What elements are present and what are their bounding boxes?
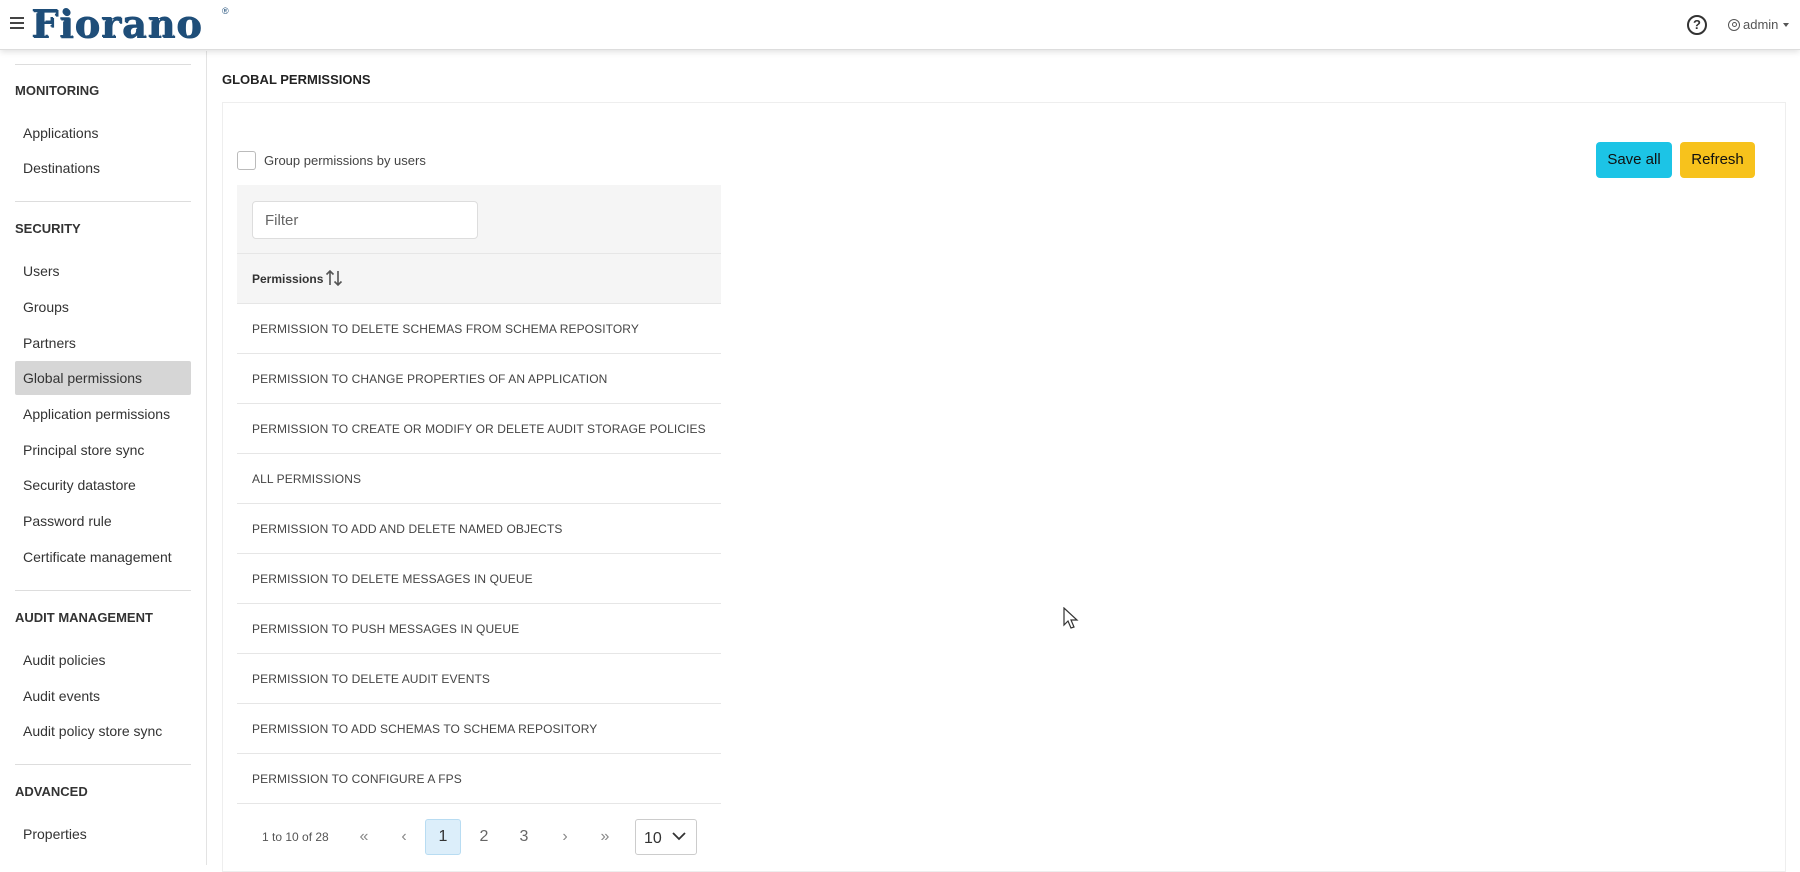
page-button-3[interactable]: 3 [506,819,542,855]
sidebar-item-audit-policies[interactable]: Audit policies [15,643,191,677]
page-button-1[interactable]: 1 [425,819,461,855]
save-all-button[interactable]: Save all [1596,142,1672,178]
page-title: GLOBAL PERMISSIONS [222,72,371,87]
chevron-down-icon [672,832,686,841]
permission-name: PERMISSION TO CHANGE PROPERTIES OF AN AP… [252,372,608,386]
sidebar-item-audit-policy-store-sync[interactable]: Audit policy store sync [15,714,191,748]
sidebar-section-audit-management: AUDIT MANAGEMENT [15,610,153,625]
caret-down-icon [1783,22,1790,27]
refresh-button[interactable]: Refresh [1680,142,1755,178]
user-name: admin [1743,17,1779,32]
help-icon[interactable]: ? [1687,15,1707,35]
permission-name: PERMISSION TO CREATE OR MODIFY OR DELETE… [252,422,706,436]
user-circle-icon [1728,18,1740,31]
permission-name: PERMISSION TO DELETE AUDIT EVENTS [252,672,491,686]
page-size-select[interactable]: 10 [635,819,697,855]
table-row[interactable]: PERMISSION TO DELETE MESSAGES IN QUEUE [237,554,721,604]
sidebar-divider [15,590,191,591]
sidebar-item-audit-events[interactable]: Audit events [15,679,191,713]
sidebar-section-security: SECURITY [15,221,81,236]
pagination-summary: 1 to 10 of 28 [262,830,329,844]
table-row[interactable]: PERMISSION TO CONFIGURE A FPS [237,754,721,804]
table-row[interactable]: PERMISSION TO DELETE SCHEMAS FROM SCHEMA… [237,304,721,354]
sidebar-item-destinations[interactable]: Destinations [15,151,191,185]
group-by-users-checkbox[interactable] [237,151,256,170]
sidebar-section-advanced: ADVANCED [15,784,88,799]
sidebar-divider [15,764,191,765]
permission-name: PERMISSION TO CONFIGURE A FPS [252,772,462,786]
column-header-permissions[interactable]: Permissions [252,272,323,286]
table-row[interactable]: PERMISSION TO CHANGE PROPERTIES OF AN AP… [237,354,721,404]
permission-name: PERMISSION TO ADD AND DELETE NAMED OBJEC… [252,522,563,536]
table-row[interactable]: PERMISSION TO ADD AND DELETE NAMED OBJEC… [237,504,721,554]
sidebar-section-monitoring: MONITORING [15,83,100,98]
filter-row [237,185,721,254]
table-row[interactable]: PERMISSION TO DELETE AUDIT EVENTS [237,654,721,704]
top-header: Fiorano ® ? admin [0,0,1800,50]
permissions-grid: Permissions PERMISSION TO DELETE SCHEMAS… [237,185,721,804]
sidebar-divider [15,64,191,65]
sort-icon[interactable] [325,268,343,288]
sidebar-item-application-permissions[interactable]: Application permissions [15,397,191,431]
fiorano-logo[interactable]: Fiorano [32,6,203,44]
permission-name: PERMISSION TO DELETE SCHEMAS FROM SCHEMA… [252,322,639,336]
sidebar-item-principal-store-sync[interactable]: Principal store sync [15,433,191,467]
sidebar-item-groups[interactable]: Groups [15,290,191,324]
sidebar-item-certificate-management[interactable]: Certificate management [15,540,191,574]
sidebar-item-partners[interactable]: Partners [15,326,191,360]
page-size-value: 10 [644,830,662,847]
sidebar-item-users[interactable]: Users [15,254,191,288]
last-page-icon[interactable]: » [590,819,620,855]
table-row[interactable]: PERMISSION TO PUSH MESSAGES IN QUEUE [237,604,721,654]
registered-mark: ® [222,6,229,16]
grid-header: Permissions [237,254,721,304]
permission-name: PERMISSION TO DELETE MESSAGES IN QUEUE [252,572,533,586]
sidebar-item-password-rule[interactable]: Password rule [15,504,191,538]
permission-name: ALL PERMISSIONS [252,472,362,486]
table-row[interactable]: PERMISSION TO ADD SCHEMAS TO SCHEMA REPO… [237,704,721,754]
group-by-users-toggle[interactable]: Group permissions by users [237,151,426,170]
sidebar-item-properties[interactable]: Properties [15,817,191,851]
sidebar-item-security-datastore[interactable]: Security datastore [15,468,191,502]
permission-name: PERMISSION TO ADD SCHEMAS TO SCHEMA REPO… [252,722,598,736]
sidebar-item-applications[interactable]: Applications [15,116,191,150]
permission-name: PERMISSION TO PUSH MESSAGES IN QUEUE [252,622,520,636]
prev-page-icon[interactable]: ‹ [389,819,419,855]
filter-input[interactable] [252,201,478,239]
group-by-users-label: Group permissions by users [264,153,426,168]
hamburger-menu-icon[interactable] [10,17,24,29]
user-menu[interactable]: admin [1728,17,1790,32]
table-row[interactable]: ALL PERMISSIONS [237,454,721,504]
sidebar-item-global-permissions[interactable]: Global permissions [15,361,191,395]
table-row[interactable]: PERMISSION TO CREATE OR MODIFY OR DELETE… [237,404,721,454]
page-button-2[interactable]: 2 [466,819,502,855]
sidebar: MONITORING Applications Destinations SEC… [0,51,207,865]
next-page-icon[interactable]: › [550,819,580,855]
sidebar-divider [15,201,191,202]
mouse-cursor-icon [1063,607,1079,629]
first-page-icon[interactable]: « [349,819,379,855]
pagination: 1 to 10 of 28 « ‹ 1 2 3 › » 10 [237,817,721,857]
